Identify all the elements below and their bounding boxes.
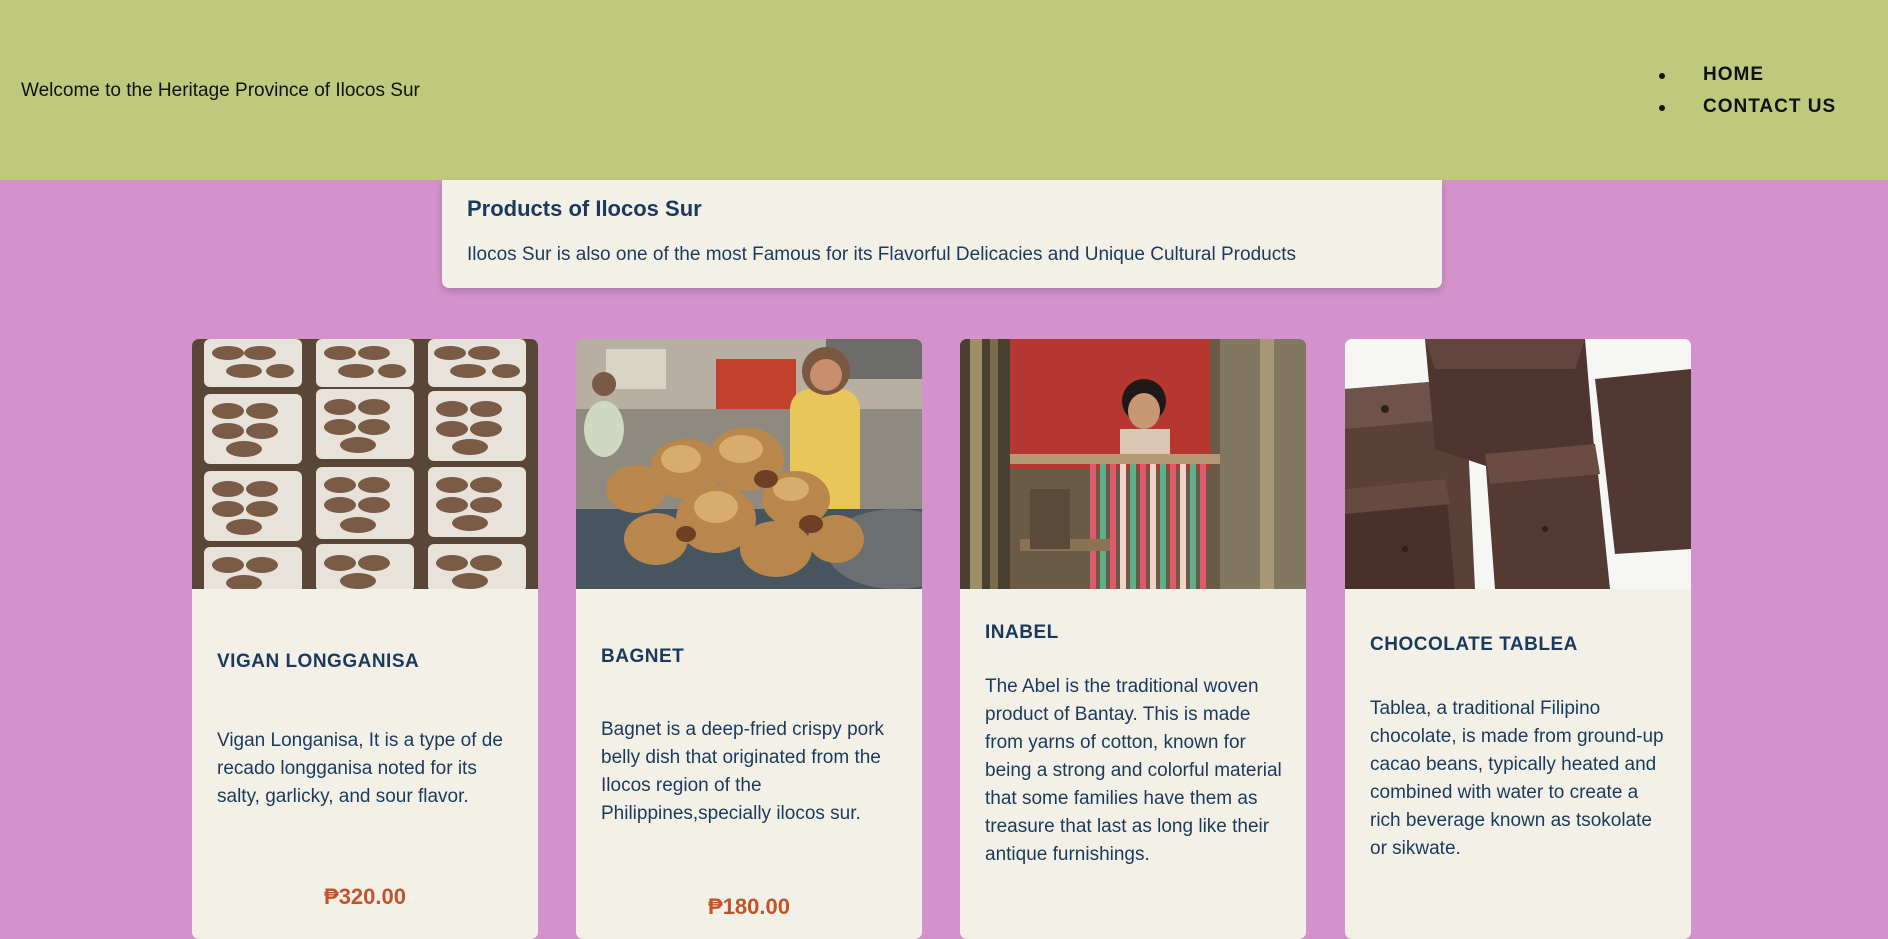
- product-name: INABEL: [985, 622, 1059, 643]
- product-card-chocolate-tablea: CHOCOLATE TABLEA Tablea, a traditional F…: [1345, 339, 1691, 939]
- intro-box: Products of Ilocos Sur Ilocos Sur is als…: [442, 180, 1442, 288]
- site-header: Welcome to the Heritage Province of Iloc…: [0, 0, 1888, 180]
- welcome-text: Welcome to the Heritage Province of Iloc…: [21, 80, 420, 101]
- product-name: BAGNET: [601, 646, 685, 667]
- intro-text: Ilocos Sur is also one of the most Famou…: [467, 244, 1296, 265]
- product-description: Bagnet is a deep-fried crispy pork belly…: [601, 719, 885, 824]
- chocolate-tablea-photo: [1345, 339, 1691, 589]
- product-price: ₱180.00: [708, 894, 790, 919]
- longganisa-photo: [192, 339, 538, 589]
- product-price: ₱320.00: [324, 884, 406, 909]
- product-card-longganisa: VIGAN LONGGANISA Vigan Longanisa, It is …: [192, 339, 538, 939]
- nav-contact-us-link[interactable]: CONTACT US: [1658, 94, 1836, 126]
- product-description: Tablea, a traditional Filipino chocolate…: [1370, 698, 1664, 859]
- product-card-inabel: INABEL The Abel is the traditional woven…: [960, 339, 1306, 939]
- product-description: The Abel is the traditional woven produc…: [985, 676, 1282, 865]
- product-description: Vigan Longanisa, It is a type of de reca…: [217, 730, 503, 807]
- inabel-weaving-photo: [960, 339, 1306, 589]
- product-card-bagnet: BAGNET Bagnet is a deep-fried crispy por…: [576, 339, 922, 939]
- intro-title: Products of Ilocos Sur: [467, 196, 702, 221]
- product-name: VIGAN LONGGANISA: [217, 651, 420, 672]
- bagnet-photo: [576, 339, 922, 589]
- nav-home-link[interactable]: HOME: [1658, 62, 1836, 94]
- product-name: CHOCOLATE TABLEA: [1370, 634, 1578, 655]
- main-nav: HOME CONTACT US: [1658, 62, 1836, 126]
